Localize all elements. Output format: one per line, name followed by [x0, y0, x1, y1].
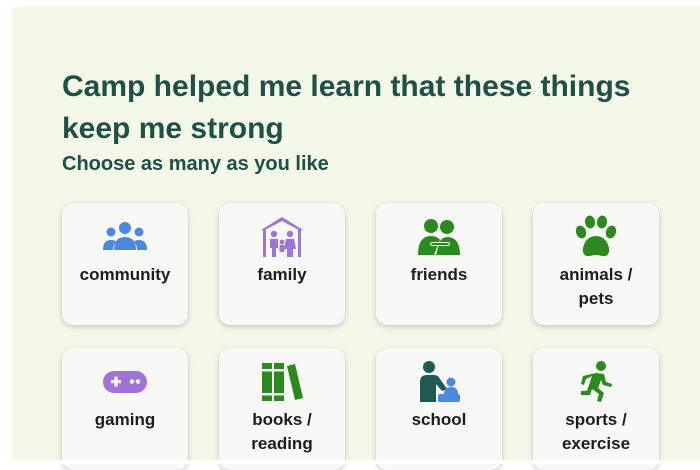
- option-sports-exercise[interactable]: sports / exercise: [533, 348, 659, 470]
- option-gaming[interactable]: gaming: [62, 348, 188, 470]
- option-school[interactable]: school: [376, 348, 502, 470]
- option-label: sports / exercise: [561, 410, 631, 453]
- option-friends[interactable]: friends: [376, 203, 502, 325]
- gamepad-icon: [62, 360, 188, 404]
- page-subtitle: Choose as many as you like: [62, 153, 329, 175]
- option-label: friends: [410, 265, 468, 284]
- content-panel: Camp helped me learn that these things k…: [12, 0, 700, 470]
- running-icon: [533, 360, 659, 404]
- option-label: gaming: [94, 410, 156, 429]
- teacher-icon: [376, 360, 502, 404]
- option-community[interactable]: community: [62, 203, 188, 325]
- option-family[interactable]: family: [219, 203, 345, 325]
- option-books-reading[interactable]: books / reading: [219, 348, 345, 470]
- paw-icon: [533, 215, 659, 259]
- option-label: animals / pets: [559, 265, 633, 308]
- family-house-icon: [219, 215, 345, 259]
- option-label: family: [257, 265, 307, 284]
- books-icon: [219, 360, 345, 404]
- option-label: school: [411, 410, 467, 429]
- bottom-edge: [12, 460, 700, 464]
- friends-hug-icon: [376, 215, 502, 259]
- option-label: community: [79, 265, 171, 284]
- page-title: Camp helped me learn that these things k…: [62, 70, 631, 145]
- option-label: books / reading: [251, 410, 313, 453]
- option-animals-pets[interactable]: animals / pets: [533, 203, 659, 325]
- people-group-icon: [62, 215, 188, 259]
